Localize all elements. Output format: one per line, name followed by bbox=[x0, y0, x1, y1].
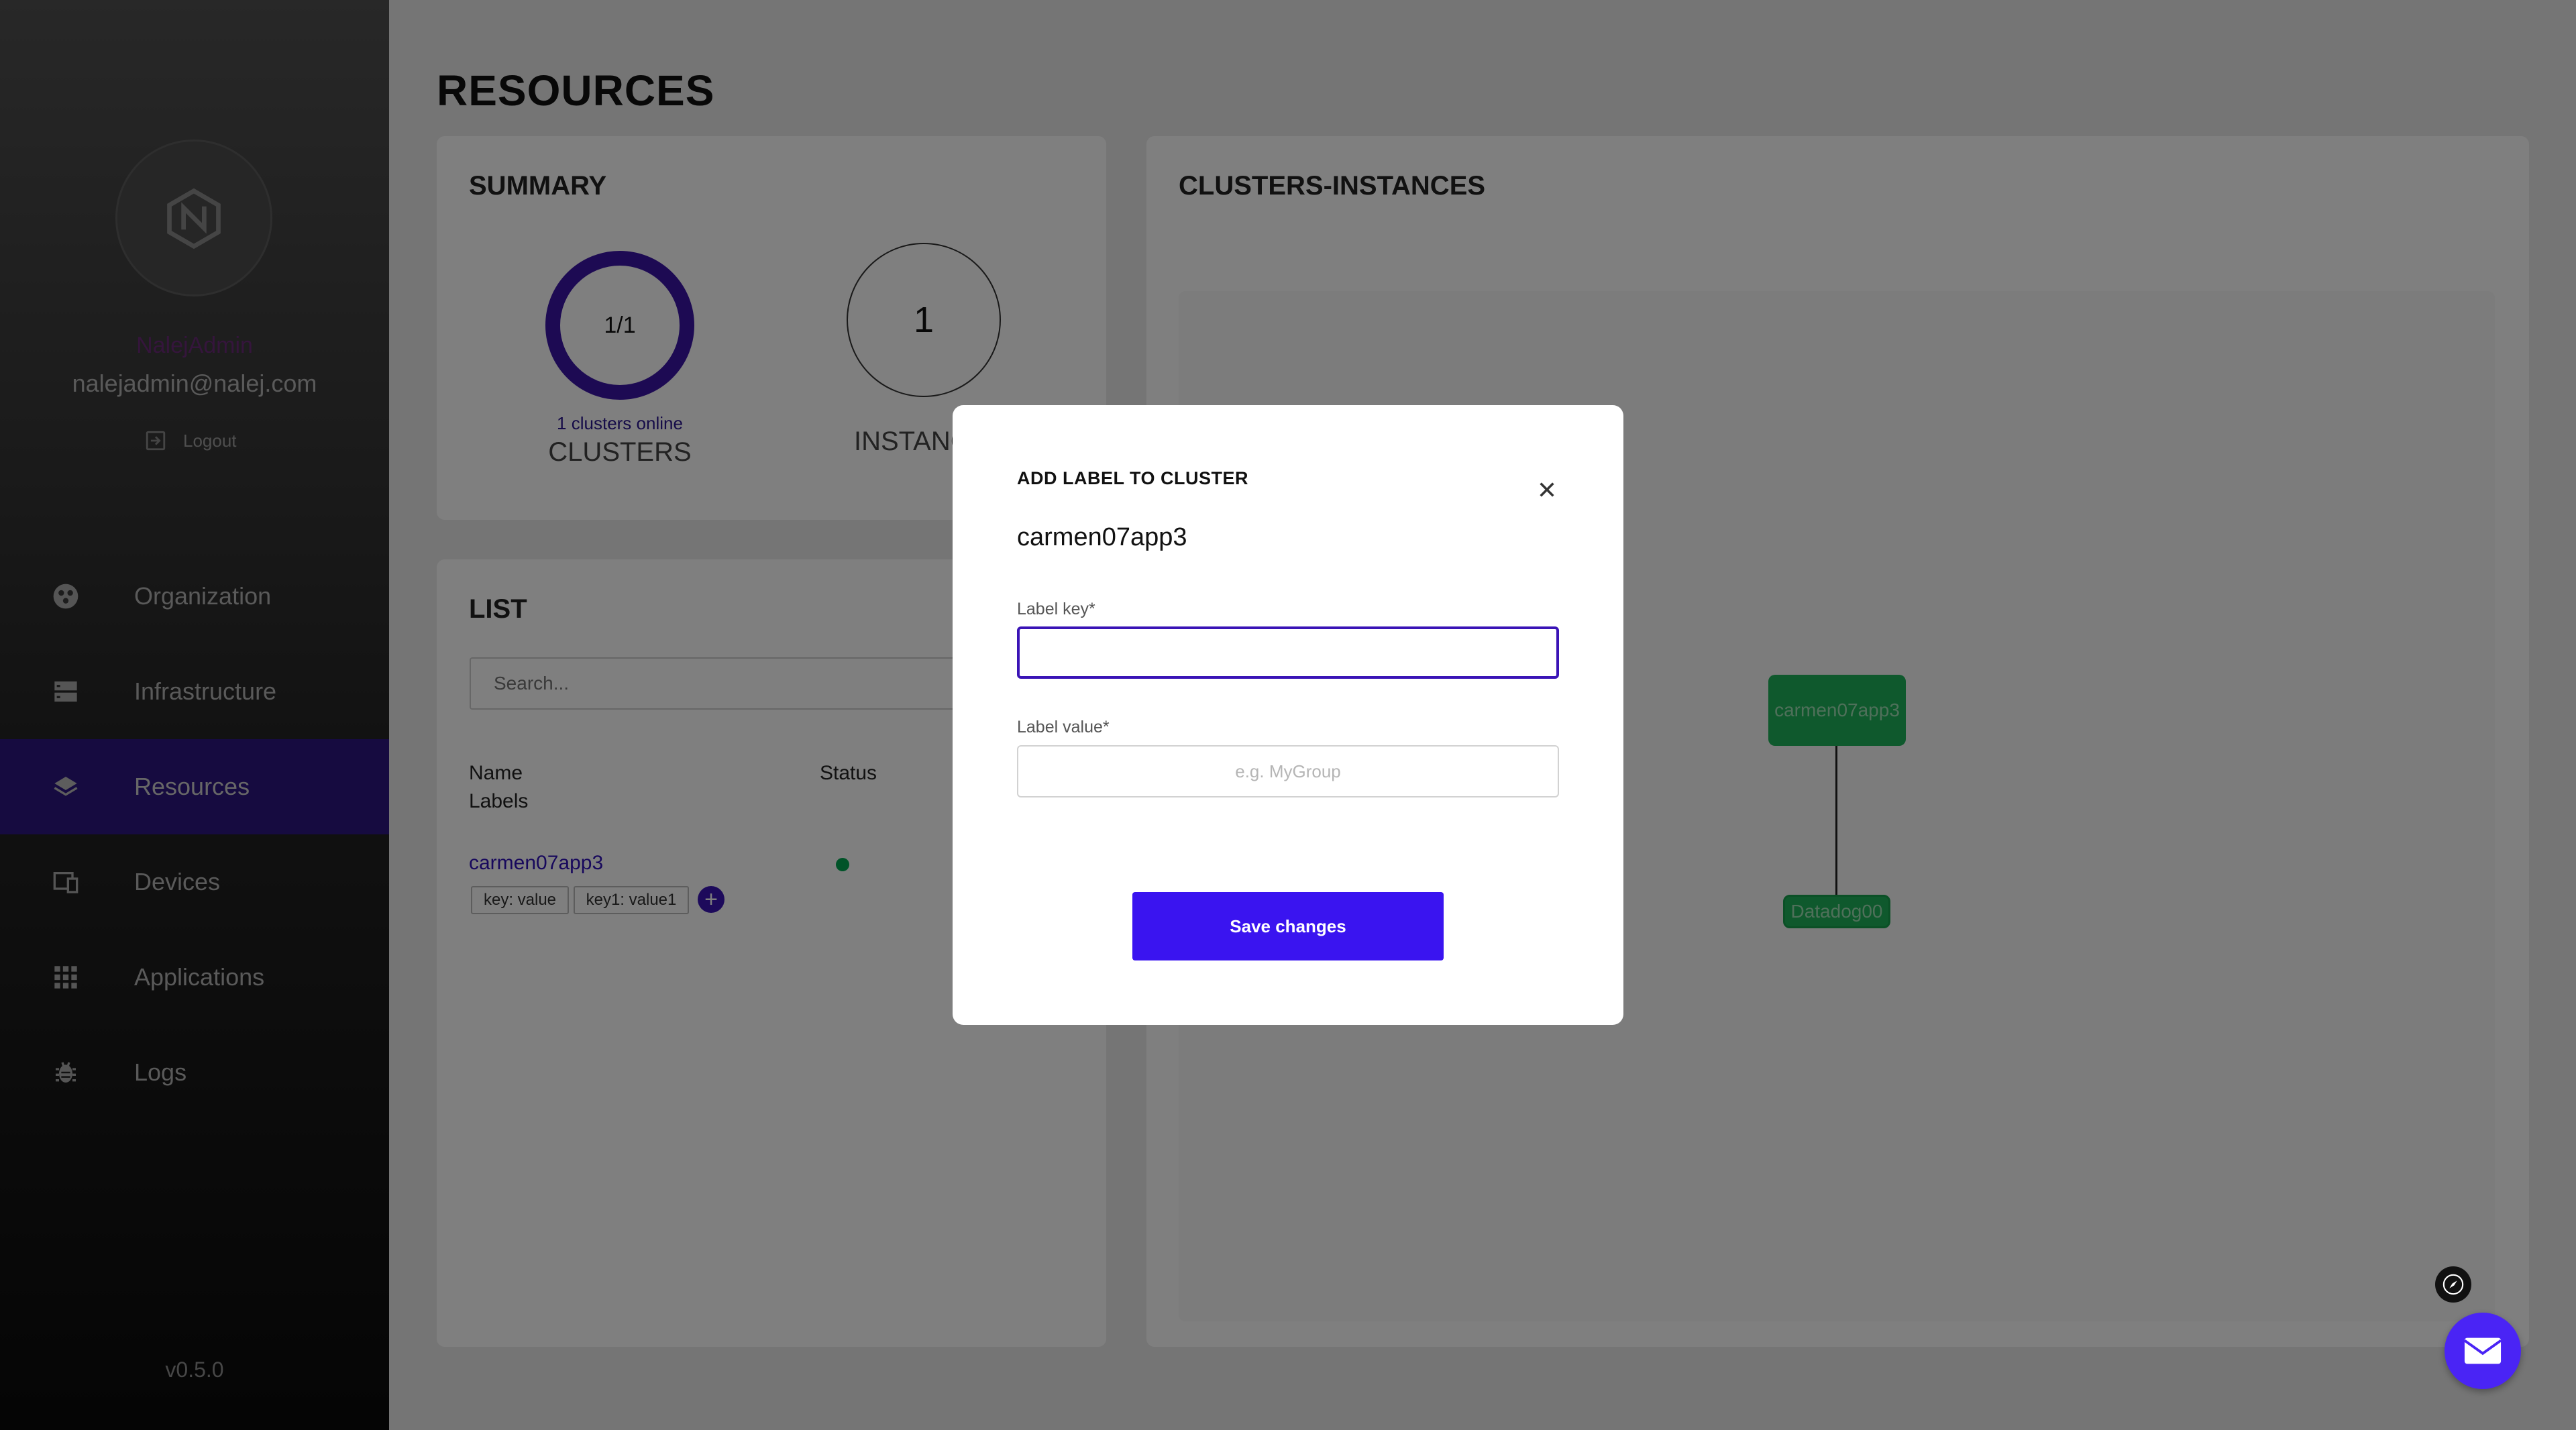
close-button[interactable] bbox=[1532, 475, 1562, 504]
label-value-label: Label value* bbox=[1017, 718, 1110, 736]
chat-button[interactable] bbox=[2445, 1313, 2521, 1389]
modal-cluster-name: carmen07app3 bbox=[1017, 523, 1187, 551]
compass-button[interactable] bbox=[2435, 1266, 2471, 1303]
mail-icon bbox=[2463, 1337, 2502, 1364]
compass-icon bbox=[2443, 1274, 2464, 1295]
modal-title: ADD LABEL TO CLUSTER bbox=[1017, 468, 1249, 488]
close-icon bbox=[1540, 482, 1554, 497]
label-key-input[interactable] bbox=[1017, 626, 1559, 679]
label-value-input[interactable] bbox=[1017, 745, 1559, 798]
add-label-modal: ADD LABEL TO CLUSTER carmen07app3 Label … bbox=[953, 405, 1623, 1025]
label-key-label: Label key* bbox=[1017, 600, 1095, 618]
save-changes-button[interactable]: Save changes bbox=[1132, 892, 1444, 960]
